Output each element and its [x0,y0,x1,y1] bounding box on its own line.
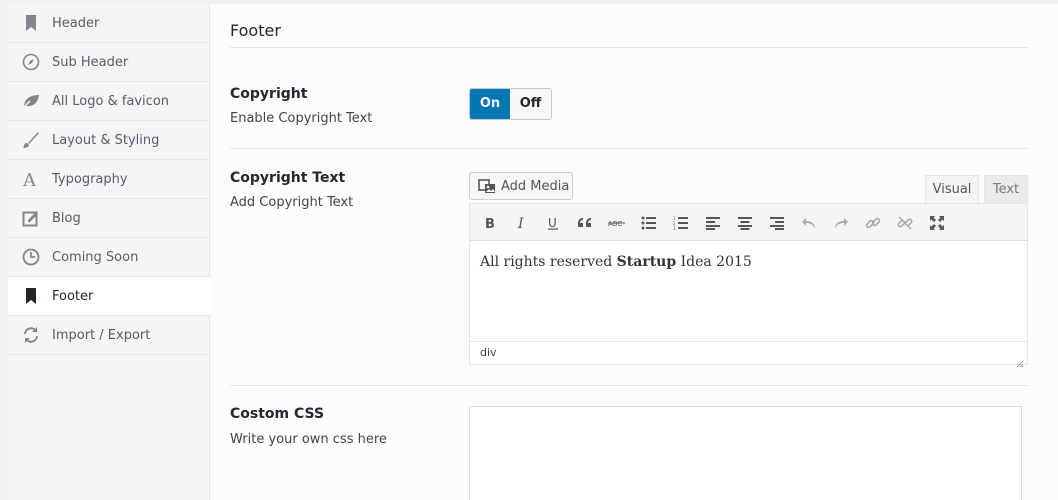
editor-status-bar: div [470,341,1027,368]
sidebar-item-layout-styling[interactable]: Layout & Styling [8,121,210,160]
tab-text[interactable]: Text [984,175,1028,205]
sidebar-item-typography[interactable]: A Typography [8,160,210,199]
custom-css-desc: Write your own css here [230,432,387,447]
copyright-title: Copyright [230,86,308,102]
edit-icon [22,209,40,227]
content-text: All rights reserved [480,254,617,270]
options-page: Header Sub Header All Logo & favicon Lay… [0,0,1058,500]
tab-visual[interactable]: Visual [925,175,979,205]
editor-content[interactable]: All rights reserved Startup Idea 2015 [480,254,752,270]
bookmark-icon [22,287,40,305]
typography-icon: A [22,170,40,188]
add-media-button[interactable]: Add Media [469,172,573,200]
editor-toolbar: B I U ABC 123 [470,204,1027,241]
italic-icon[interactable]: I [512,213,532,233]
custom-css-title: Costom CSS [230,406,325,422]
element-path[interactable]: div [480,346,497,359]
divider [230,148,1028,149]
leaf-icon [22,92,40,110]
fullscreen-icon[interactable] [927,213,947,233]
compass-icon [22,53,40,71]
strikethrough-icon[interactable]: ABC [607,213,627,233]
copyright-text-desc: Add Copyright Text [230,195,354,210]
content-text-end: Idea 2015 [676,254,752,270]
sidebar-item-label: Header [52,16,100,31]
underline-icon[interactable]: U [543,213,563,233]
svg-text:B: B [485,217,495,230]
copyright-text-editor[interactable]: B I U ABC 123 All rights reserved Startu… [469,203,1028,368]
toggle-on-button[interactable]: On [470,89,510,119]
bullet-list-icon[interactable] [639,213,659,233]
align-right-icon[interactable] [767,213,787,233]
sidebar-item-coming-soon[interactable]: Coming Soon [8,238,210,277]
svg-text:3: 3 [673,226,676,230]
sidebar-item-label: Import / Export [52,328,151,343]
copyright-toggle[interactable]: On Off [469,88,552,120]
sidebar-item-footer[interactable]: Footer [8,277,211,316]
svg-text:ABC: ABC [608,220,622,228]
toggle-off-button[interactable]: Off [510,89,551,119]
link-icon[interactable] [863,213,883,233]
sidebar-item-blog[interactable]: Blog [8,199,210,238]
clock-icon [22,248,40,266]
bookmark-icon [22,14,40,32]
align-left-icon[interactable] [703,213,723,233]
brush-icon [22,131,40,149]
sidebar-item-label: Layout & Styling [52,133,160,148]
copyright-text-title: Copyright Text [230,170,346,186]
divider [230,47,1028,48]
redo-icon[interactable] [831,213,851,233]
options-panel: Footer Copyright Enable Copyright Text O… [210,4,1058,500]
media-icon [478,177,496,195]
sidebar-item-header[interactable]: Header [8,4,210,43]
numbered-list-icon[interactable]: 123 [671,213,691,233]
divider [230,385,1028,386]
sidebar-item-label: Coming Soon [52,250,139,265]
sidebar-item-import-export[interactable]: Import / Export [8,316,210,355]
sidebar-item-sub-header[interactable]: Sub Header [8,43,210,82]
content-bold-text: Startup [616,254,677,270]
align-center-icon[interactable] [735,213,755,233]
custom-css-textarea[interactable] [469,406,1022,500]
bold-icon[interactable]: B [480,213,500,233]
sidebar-item-label: All Logo & favicon [52,94,170,109]
svg-text:A: A [22,170,37,188]
svg-text:I: I [517,216,524,230]
refresh-icon [22,326,40,344]
blockquote-icon[interactable] [575,213,595,233]
options-sidebar: Header Sub Header All Logo & favicon Lay… [8,4,211,500]
sidebar-item-label: Blog [52,211,81,226]
add-media-label: Add Media [501,178,570,194]
svg-text:U: U [548,216,557,230]
resize-handle-icon[interactable] [1016,353,1024,368]
unlink-icon[interactable] [895,213,915,233]
sidebar-item-label: Sub Header [52,55,129,70]
copyright-desc: Enable Copyright Text [230,111,373,126]
sidebar-item-label: Footer [52,289,94,304]
section-title: Footer [230,21,281,40]
undo-icon[interactable] [799,213,819,233]
sidebar-item-label: Typography [52,172,128,187]
sidebar-item-logo-favicon[interactable]: All Logo & favicon [8,82,210,121]
